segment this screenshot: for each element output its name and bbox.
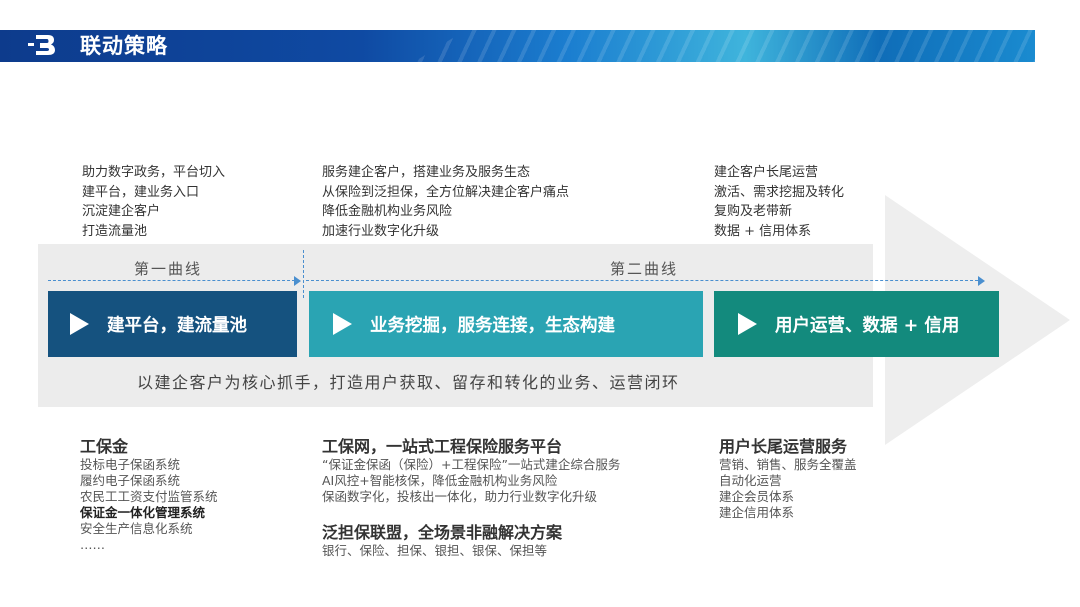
stage-build-platform: 建平台，建流量池 — [48, 291, 297, 357]
arrow-right-icon — [294, 276, 301, 286]
second-curve-dashed-line — [306, 280, 978, 281]
section-heading: 工保网，一站式工程保险服务平台 — [322, 437, 563, 456]
arrow-right-icon — [978, 276, 985, 286]
list-item: 保函数字化，投核出一体化，助力行业数字化升级 — [322, 489, 598, 504]
section-list: 投标电子保函系统 履约电子保函系统 农民工工资支付监管系统 保证金一体化管理系统… — [80, 457, 218, 553]
top-col-line: 从保险到泛担保，全方位解决建企客户痛点 — [322, 184, 570, 200]
top-col-line: 助力数字政务，平台切入 — [82, 165, 226, 180]
top-column-2: 服务建企客户，搭建业务及服务生态 从保险到泛担保，全方位解决建企客户痛点 降低金… — [322, 163, 569, 241]
section-heading: 泛担保联盟，全场景非融解决方案 — [322, 523, 563, 542]
section-heading: 用户长尾运营服务 — [719, 437, 848, 456]
top-column-3: 建企客户长尾运营 激活、需求挖掘及转化 复购及老带新 数据 + 信用体系 — [714, 163, 844, 241]
top-col-line: 服务建企客户，搭建业务及服务生态 — [322, 165, 531, 180]
list-item: 自动化运营 — [719, 473, 782, 488]
stage-user-operation: 用户运营、数据 + 信用 — [714, 291, 999, 357]
stage-label: 业务挖掘，服务连接，生态构建 — [370, 315, 615, 336]
list-item-highlighted: 保证金一体化管理系统 — [80, 505, 206, 520]
top-col-line: 建平台，建业务入口 — [82, 184, 200, 200]
second-curve-label: 第二曲线 — [610, 260, 679, 278]
top-column-1: 助力数字政务，平台切入 建平台，建业务入口 沉淀建企客户 打造流量池 — [82, 163, 225, 241]
curve-divider — [303, 250, 304, 298]
play-triangle-icon — [738, 313, 757, 335]
stage-label: 建平台，建流量池 — [107, 315, 247, 336]
stage-label: 用户运营、数据 + 信用 — [775, 315, 960, 336]
top-col-line: 降低金融机构业务风险 — [322, 204, 453, 219]
top-col-line: 沉淀建企客户 — [82, 204, 161, 219]
list-item: 营销、销售、服务全覆盖 — [719, 457, 857, 472]
list-item: “保证金保函（保险）+工程保险”一站式建企综合服务 — [322, 457, 621, 472]
first-curve-dashed-line — [48, 280, 295, 281]
core-statement: 以建企客户为核心抓手，打造用户获取、留存和转化的业务、运营闭环 — [137, 373, 680, 392]
top-col-line: 复购及老带新 — [714, 204, 793, 219]
section-list: 营销、销售、服务全覆盖 自动化运营 建企会员体系 建企信用体系 — [719, 457, 857, 521]
list-item: AI风控+智能核保，降低金融机构业务风险 — [322, 473, 558, 488]
list-item: 银行、保险、担保、银担、银保、保担等 — [322, 543, 548, 558]
top-col-line: 数据 + 信用体系 — [714, 223, 812, 239]
list-item: 农民工工资支付监管系统 — [80, 489, 218, 504]
list-item: 建企信用体系 — [719, 505, 795, 520]
top-col-line: 打造流量池 — [82, 223, 148, 239]
page-title: 联动策略 — [80, 34, 168, 58]
top-col-line: 激活、需求挖掘及转化 — [714, 184, 845, 200]
stage-business-ecosystem: 业务挖掘，服务连接，生态构建 — [309, 291, 703, 357]
section-heading: 工保金 — [80, 437, 129, 456]
first-curve-label: 第一曲线 — [134, 260, 203, 278]
section-list: 银行、保险、担保、银担、银保、保担等 — [322, 543, 547, 559]
list-item: 投标电子保函系统 — [80, 457, 181, 472]
logo-icon — [28, 33, 55, 57]
list-item: 履约电子保函系统 — [80, 473, 181, 488]
section-list: “保证金保函（保险）+工程保险”一站式建企综合服务 AI风控+智能核保，降低金融… — [322, 457, 620, 505]
play-triangle-icon — [70, 313, 89, 335]
top-col-line: 建企客户长尾运营 — [714, 165, 819, 180]
list-item: 安全生产信息化系统 — [80, 521, 193, 536]
list-item: 建企会员体系 — [719, 489, 795, 504]
list-item: …… — [80, 537, 105, 552]
top-col-line: 加速行业数字化升级 — [322, 223, 440, 239]
play-triangle-icon — [333, 313, 352, 335]
